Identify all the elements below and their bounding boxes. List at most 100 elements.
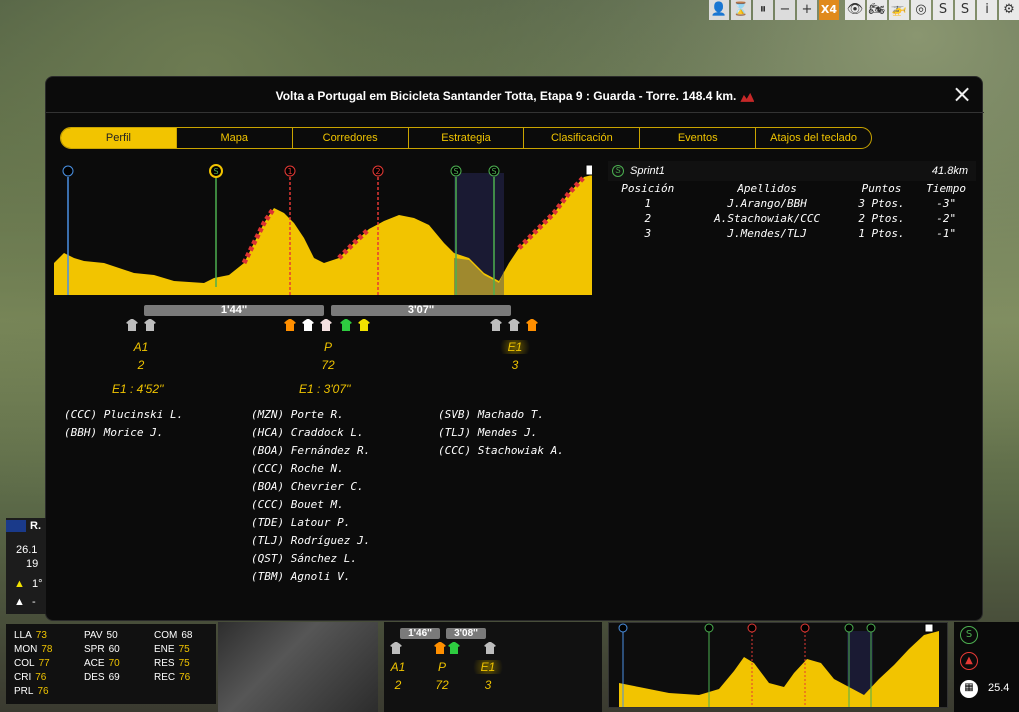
table-row: 2 A.Stachowiak/CCC 2 Ptos. -2": [608, 211, 976, 226]
elevation-profile[interactable]: S 1 2 S S: [54, 163, 592, 295]
cell: 1: [644, 197, 652, 210]
jersey-icon: [302, 319, 314, 331]
group-label-a1[interactable]: A1: [121, 340, 161, 354]
plus-icon[interactable]: +: [797, 0, 817, 20]
rider-list-a1: (CCC) Plucinski L. (BBH) Morice J.: [64, 406, 183, 442]
rider-name[interactable]: (BOA) Fernández R.: [251, 442, 370, 460]
rider-name[interactable]: (CCC) Stachowiak A.: [438, 442, 564, 460]
mini-gap-2: 3'08'': [446, 628, 486, 639]
pause-icon[interactable]: ⏸: [753, 0, 773, 20]
sprint-distance: 41.8km: [931, 165, 968, 177]
rider-name[interactable]: (SVB) Machado T.: [438, 406, 564, 424]
mini-gap-1: 1'46'': [400, 628, 440, 639]
tab-corredores[interactable]: Corredores: [293, 128, 409, 148]
rider-name[interactable]: (CCC) Roche N.: [251, 460, 370, 478]
stat-lla: LLA 73: [14, 630, 47, 641]
eye-icon[interactable]: 👁: [845, 0, 865, 20]
white-jersey-icon: ▲: [14, 596, 25, 608]
group-label-e1[interactable]: E1: [495, 340, 535, 354]
jersey-icon: [126, 319, 138, 331]
group-count-e1: 3: [511, 358, 519, 372]
cell: -2": [936, 212, 957, 225]
stage-title: Volta a Portugal em Bicicleta Santander …: [275, 89, 737, 103]
rider-name[interactable]: (TDE) Latour P.: [251, 514, 370, 532]
mountain-icon: [740, 92, 755, 102]
sprint-cycle-icon[interactable]: S: [955, 0, 975, 20]
cell: 1 Ptos.: [858, 227, 905, 240]
speed-x4-button[interactable]: X4: [819, 0, 839, 20]
helicopter-icon[interactable]: 🚁: [889, 0, 909, 20]
rider-name[interactable]: (TBM) Agnoli V.: [251, 568, 370, 586]
tab-estrategia[interactable]: Estrategia: [409, 128, 525, 148]
dialog-title: Volta a Portugal em Bicicleta Santander …: [46, 77, 984, 113]
jersey-icon: [490, 319, 502, 331]
tab-mapa[interactable]: Mapa: [177, 128, 293, 148]
australia-flag-icon: [6, 520, 26, 532]
jersey-icon: [448, 642, 460, 654]
finish-flag-icon: [585, 164, 592, 176]
mini-count-p: 72: [435, 678, 449, 692]
jersey-icon: [144, 319, 156, 331]
stat-prl: PRL 76: [14, 686, 49, 697]
sprint2-marker-label: S: [453, 167, 458, 176]
sprint-icon[interactable]: S: [933, 0, 953, 20]
rider-name[interactable]: (TLJ) Mendes J.: [438, 424, 564, 442]
mini-label-e1[interactable]: E1: [468, 660, 508, 674]
start-marker-icon: [62, 165, 74, 177]
sprint-panel: S Sprint1 41.8km Posición Apellidos Punt…: [608, 161, 976, 241]
jersey-icon: [434, 642, 446, 654]
rider-stats: LLA 73 PAV 50 COM 68 MON 78 SPR 60 ENE 75 COL 7…: [6, 624, 216, 704]
cell: 2: [644, 212, 652, 225]
info-icon[interactable]: i: [977, 0, 997, 20]
finish-flag-icon[interactable]: ▦: [960, 680, 978, 698]
settings-icon[interactable]: ⚙: [999, 0, 1019, 20]
rider-name[interactable]: (TLJ) Rodríguez J.: [251, 532, 370, 550]
gap-bar-1: 1'44'': [144, 305, 324, 316]
rider-name[interactable]: (MZN) Porte R.: [251, 406, 370, 424]
tab-clasificacion[interactable]: Clasificación: [524, 128, 641, 148]
col-apellidos: Apellidos: [737, 182, 797, 195]
mini-label-p[interactable]: P: [422, 660, 462, 674]
tab-perfil[interactable]: Perfil: [61, 128, 177, 148]
tab-eventos[interactable]: Eventos: [640, 128, 757, 148]
rider-name[interactable]: (BOA) Chevrier C.: [251, 478, 370, 496]
motorbike-icon[interactable]: 🏍: [867, 0, 887, 20]
tab-atajos[interactable]: Atajos del teclado: [756, 128, 871, 148]
cell: J.Mendes/TLJ: [727, 227, 807, 240]
table-row: 3 J.Mendes/TLJ 1 Ptos. -1": [608, 226, 976, 241]
mini-label-a1[interactable]: A1: [378, 660, 418, 674]
rider-name[interactable]: (HCA) Craddock L.: [251, 424, 370, 442]
col-puntos: Puntos: [861, 182, 902, 195]
rider-name[interactable]: (BBH) Morice J.: [64, 424, 183, 442]
cell: -1": [936, 227, 957, 240]
sprint-header: S Sprint1 41.8km: [608, 161, 976, 181]
target-icon[interactable]: ◎: [911, 0, 931, 20]
rider-name[interactable]: (QST) Sánchez L.: [251, 550, 370, 568]
rider-name[interactable]: (CCC) Plucinski L.: [64, 406, 183, 424]
profile-icon[interactable]: 👤: [709, 0, 729, 20]
rider-list-p: (MZN) Porte R. (HCA) Craddock L. (BOA) F…: [251, 406, 370, 586]
mini-elevation-profile[interactable]: [608, 622, 948, 708]
jersey-icon: [284, 319, 296, 331]
mountain-icon[interactable]: ▲: [960, 652, 978, 670]
sprint-table: Posición Apellidos Puntos Tiempo 1 J.Ara…: [608, 181, 976, 241]
rider-list-e1: (SVB) Machado T. (TLJ) Mendes J. (CCC) S…: [438, 406, 564, 460]
minus-icon[interactable]: −: [775, 0, 795, 20]
stat-ace: ACE 70: [84, 658, 120, 669]
stat-des: DES 69: [84, 672, 120, 683]
group-label-p[interactable]: P: [308, 340, 348, 354]
hourglass-icon[interactable]: ⌛: [731, 0, 751, 20]
side-legend: S ▲ ▦ 25.4: [954, 622, 1019, 712]
sprint-icon[interactable]: S: [960, 626, 978, 644]
race-camera-view[interactable]: [218, 622, 378, 712]
stat-mon: MON 78: [14, 644, 53, 655]
stat-spr: SPR 60: [84, 644, 120, 655]
stat-pav: PAV 50: [84, 630, 118, 641]
cell: -3": [936, 197, 957, 210]
stat-cri: CRI 76: [14, 672, 47, 683]
sprint-icon: S: [612, 165, 624, 177]
sprint-name: Sprint1: [630, 165, 665, 177]
close-button[interactable]: ×: [950, 82, 974, 107]
stage-dialog: Volta a Portugal em Bicicleta Santander …: [45, 76, 984, 621]
rider-name[interactable]: (CCC) Bouet M.: [251, 496, 370, 514]
